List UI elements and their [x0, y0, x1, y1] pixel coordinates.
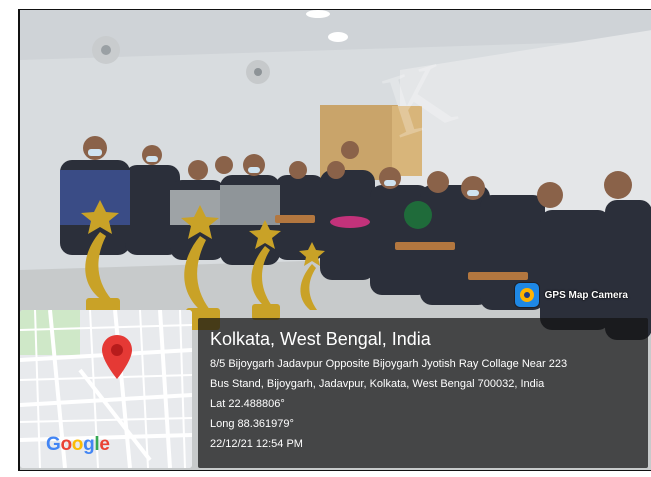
- map-pin-icon: [102, 335, 132, 379]
- photo-frame: K GPS Map Camera Google Kolkata, West Be…: [0, 0, 651, 477]
- address-line-1: 8/5 Bijoygarh Jadavpur Opposite Bijoygar…: [210, 358, 568, 370]
- location-info-panel: Kolkata, West Bengal, India 8/5 Bijoygar…: [198, 318, 648, 468]
- location-title: Kolkata, West Bengal, India: [210, 329, 431, 349]
- app-badge: GPS Map Camera: [514, 283, 628, 307]
- google-logo-letter: o: [60, 434, 72, 455]
- google-logo-letter: e: [99, 434, 110, 455]
- wall-fan: [246, 60, 270, 84]
- timestamp: 22/12/21 12:54 PM: [210, 438, 303, 450]
- google-logo: Google: [46, 434, 110, 456]
- app-name-label: GPS Map Camera: [544, 289, 628, 301]
- google-logo-letter: g: [83, 434, 95, 455]
- ceiling-fan: [92, 36, 120, 64]
- google-logo-letter: o: [71, 434, 84, 455]
- gps-map-camera-app-icon: [514, 283, 539, 307]
- address-line-2: Bus Stand, Bijoygarh, Jadavpur, Kolkata,…: [210, 378, 545, 390]
- map-thumbnail: Google: [20, 310, 192, 468]
- latitude: Lat 22.488806°: [210, 398, 285, 410]
- google-logo-letter: G: [46, 434, 61, 455]
- longitude: Long 88.361979°: [210, 418, 294, 430]
